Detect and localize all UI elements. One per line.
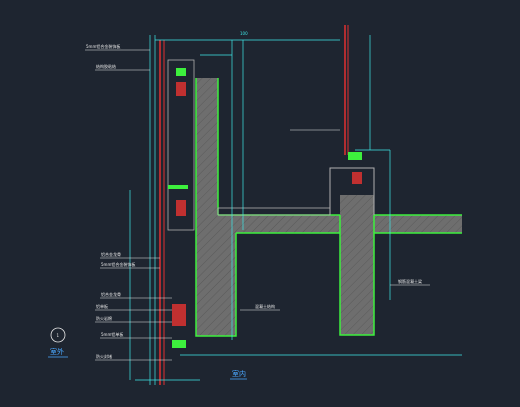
detail-marker: 1 bbox=[50, 327, 66, 343]
slab-finish bbox=[217, 207, 331, 216]
interior-label: 室内 bbox=[232, 369, 246, 378]
callout-5: 铝合金龙骨 bbox=[101, 291, 121, 297]
callout-9: 防火封堵 bbox=[96, 353, 112, 359]
exterior-label: 室外 bbox=[50, 347, 64, 356]
callout-8: 5mm铝单板 bbox=[101, 331, 123, 337]
callout-right-2: 钢筋混凝土梁 bbox=[398, 278, 422, 284]
section-drawing: 5mm铝合金装饰板 结构胶粘结 铝合金龙骨 5mm铝合金装饰板 铝合金龙骨 铝单… bbox=[48, 25, 462, 385]
callout-6: 铝单板 bbox=[96, 303, 108, 309]
callout-2: 结构胶粘结 bbox=[96, 63, 116, 69]
callout-4: 5mm铝合金装饰板 bbox=[101, 261, 135, 267]
concrete-beam bbox=[329, 167, 375, 336]
callout-1: 5mm铝合金装饰板 bbox=[86, 43, 120, 49]
top-dimension: 100 bbox=[240, 31, 248, 36]
curtain-wall-glass bbox=[159, 25, 349, 385]
callout-right-1: 混凝土结构 bbox=[255, 303, 275, 309]
cad-drawing-canvas: 5mm铝合金装饰板 结构胶粘结 铝合金龙骨 5mm铝合金装饰板 铝合金龙骨 铝单… bbox=[0, 0, 520, 407]
leader-lines bbox=[85, 49, 430, 361]
detail-number: 1 bbox=[57, 333, 60, 338]
callout-7: 防火岩棉 bbox=[96, 315, 112, 321]
callout-3: 铝合金龙骨 bbox=[101, 251, 121, 257]
concrete-wall bbox=[195, 78, 237, 337]
